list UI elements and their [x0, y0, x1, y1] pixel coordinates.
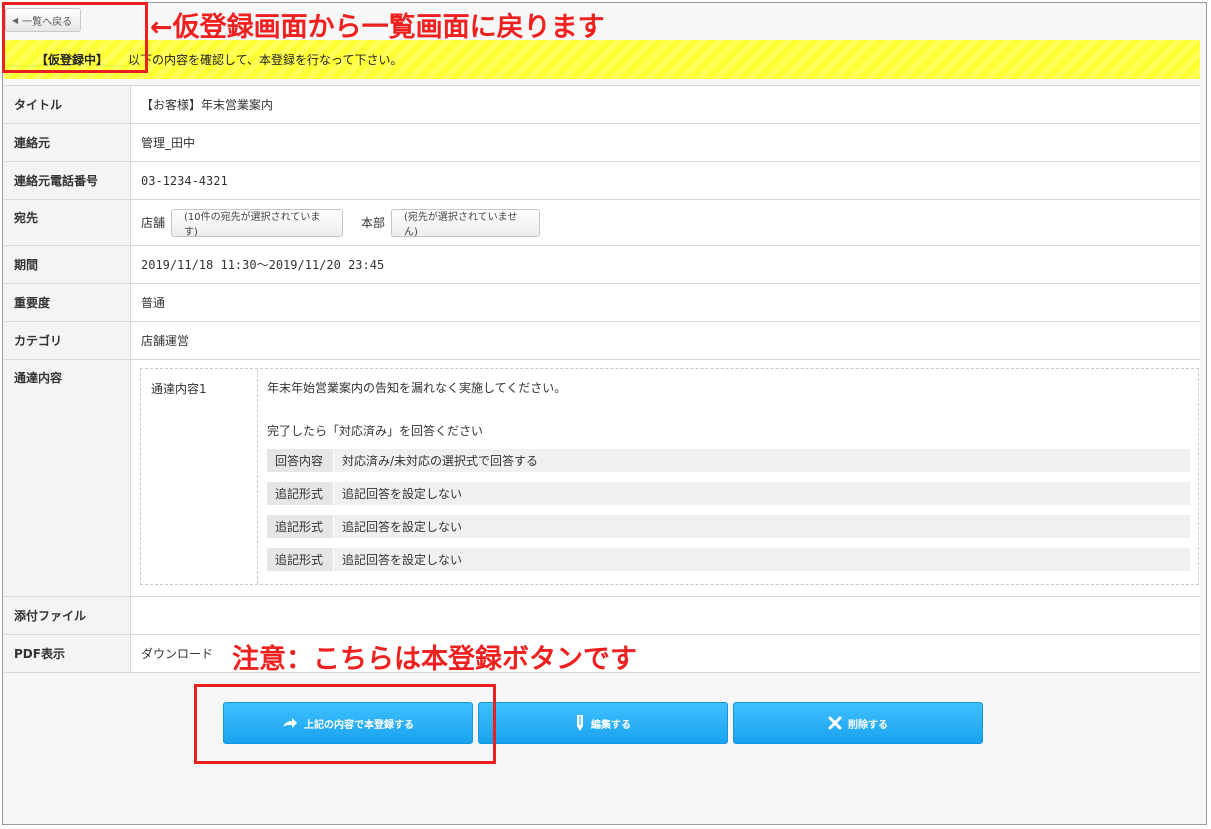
row-contact: 連絡元 管理_田中 — [4, 124, 1200, 162]
answer-value: 追記回答を設定しない — [342, 487, 463, 501]
store-destination-button[interactable]: (10件の宛先が選択されています) — [171, 208, 344, 238]
row-title: タイトル 【お客様】年末営業案内 — [4, 86, 1200, 124]
destination-label: 宛先 — [4, 200, 131, 245]
row-importance: 重要度 普通 — [4, 284, 1200, 322]
destination-value: 店舗 (10件の宛先が選択されています) 本部 (宛先が選択されていません) — [131, 200, 1200, 245]
importance-value: 普通 — [141, 296, 166, 310]
delete-button[interactable]: 削除する — [733, 702, 983, 744]
notice-item-label: 通達内容1 — [151, 382, 207, 396]
hq-destination-button[interactable]: (宛先が選択されていません) — [391, 208, 541, 238]
annotation-box-register — [194, 684, 496, 764]
contact-label: 連絡元 — [4, 124, 131, 161]
attachment-label: 添付ファイル — [4, 597, 131, 634]
pdf-label: PDF表示 — [4, 635, 131, 672]
delete-button-label: 削除する — [848, 719, 888, 731]
row-notice: 通達内容 通達内容1 年末年始営業案内の告知を漏れなく実施してください。 完了し… — [4, 360, 1200, 597]
phone-value: 03-1234-4321 — [141, 173, 228, 188]
store-label: 店舗 — [141, 216, 166, 230]
row-category: カテゴリ 店舗運営 — [4, 322, 1200, 360]
x-icon — [828, 716, 842, 730]
row-phone: 連絡元電話番号 03-1234-4321 — [4, 162, 1200, 200]
answer-row: 回答内容 対応済み/未対応の選択式で回答する — [267, 449, 1190, 472]
period-value: 2019/11/18 11:30〜2019/11/20 23:45 — [141, 258, 385, 272]
annotation-box-back — [2, 2, 148, 73]
row-destination: 宛先 店舗 (10件の宛先が選択されています) 本部 (宛先が選択されていません… — [4, 200, 1200, 246]
contact-value: 管理_田中 — [141, 136, 196, 150]
category-value: 店舗運営 — [141, 334, 190, 348]
answer-value: 対応済み/未対応の選択式で回答する — [342, 454, 539, 468]
pencil-icon — [577, 715, 583, 731]
answer-row: 追記形式 追記回答を設定しない — [267, 482, 1190, 505]
answer-key: 追記形式 — [267, 548, 334, 571]
phone-label: 連絡元電話番号 — [4, 162, 131, 199]
answer-row: 追記形式 追記回答を設定しない — [267, 548, 1190, 571]
banner-message: 以下の内容を確認して、本登録を行なって下さい。 — [128, 53, 403, 67]
answer-value: 追記回答を設定しない — [342, 520, 463, 534]
notice-text-2: 完了したら「対応済み」を回答ください — [267, 424, 484, 438]
answer-key: 回答内容 — [267, 449, 334, 472]
answer-key: 追記形式 — [267, 482, 334, 505]
category-label: カテゴリ — [4, 322, 131, 359]
notice-content-box: 通達内容1 年末年始営業案内の告知を漏れなく実施してください。 完了したら「対応… — [140, 368, 1199, 585]
edit-button-label: 編集する — [591, 719, 631, 731]
importance-label: 重要度 — [4, 284, 131, 321]
row-attachment: 添付ファイル — [4, 597, 1200, 635]
edit-button[interactable]: 編集する — [478, 702, 728, 744]
notice-label: 通達内容 — [4, 360, 131, 596]
row-period: 期間 2019/11/18 11:30〜2019/11/20 23:45 — [4, 246, 1200, 284]
period-label: 期間 — [4, 246, 131, 283]
notice-value: 通達内容1 年末年始営業案内の告知を漏れなく実施してください。 完了したら「対応… — [131, 360, 1200, 596]
annotation-register-note: 注意：こちらは本登録ボタンです — [232, 644, 637, 675]
answer-key: 追記形式 — [267, 515, 334, 538]
annotation-back-note: ←仮登録画面から一覧画面に戻ります — [150, 12, 605, 43]
title-value: 【お客様】年末営業案内 — [141, 98, 274, 112]
notice-item-cell: 通達内容1 — [141, 369, 258, 584]
notice-text-1: 年末年始営業案内の告知を漏れなく実施してください。 — [267, 381, 567, 395]
answer-value: 追記回答を設定しない — [342, 553, 463, 567]
answer-row: 追記形式 追記回答を設定しない — [267, 515, 1190, 538]
attachment-value — [131, 597, 1200, 634]
title-label: タイトル — [4, 86, 131, 123]
detail-table: タイトル 【お客様】年末営業案内 連絡元 管理_田中 連絡元電話番号 03-12… — [4, 85, 1200, 673]
hq-label: 本部 — [361, 216, 386, 230]
